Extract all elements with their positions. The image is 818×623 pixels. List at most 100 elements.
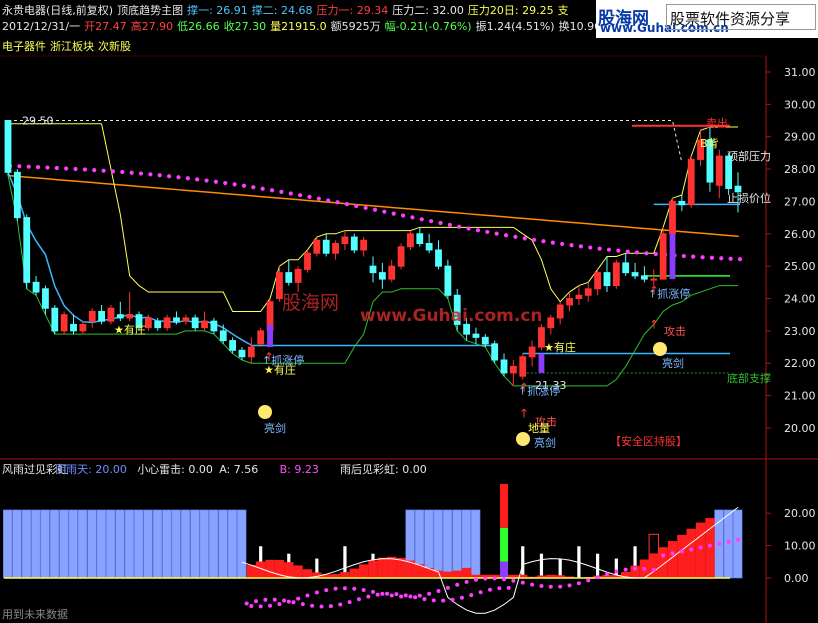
trend-dot-8 bbox=[82, 167, 87, 172]
envelope-yellow-line bbox=[8, 123, 738, 312]
candle-body-63 bbox=[594, 272, 602, 290]
trend-dot-34 bbox=[326, 198, 331, 203]
candle-body-13 bbox=[126, 314, 134, 319]
indicator-dot-b-50 bbox=[473, 577, 478, 582]
candle-body-76 bbox=[715, 155, 723, 186]
candle-body-44 bbox=[416, 233, 424, 245]
indicator-dot-low-53 bbox=[497, 586, 502, 591]
trend-dot-73 bbox=[691, 254, 696, 259]
indicator-dot-low-41 bbox=[385, 591, 390, 596]
main-price-chart: 29.5021.33★有庄★有庄★有庄↑抓涨停↑抓涨停↑抓涨停亮剑亮剑亮剑攻击攻… bbox=[4, 115, 771, 450]
trend-dot-16 bbox=[157, 173, 162, 178]
indicator-dot-b-41 bbox=[389, 593, 394, 598]
up-arrow-icon-4: ↑ bbox=[649, 317, 659, 331]
smiley-icon-1 bbox=[653, 342, 667, 356]
rain-bar-a-10 bbox=[96, 509, 106, 579]
trend-dot-76 bbox=[719, 256, 724, 261]
rain-red-bar-14 bbox=[377, 557, 388, 578]
trend-dot-75 bbox=[709, 255, 715, 260]
indicator-dot-b-60 bbox=[567, 583, 572, 588]
indicator-dot-b-35 bbox=[333, 586, 338, 591]
indicator-dot-low-35 bbox=[328, 604, 333, 609]
candle-body-36 bbox=[341, 236, 349, 245]
indicator-dot-b-37 bbox=[352, 586, 357, 591]
up-arrow-icon-1: ↑ bbox=[519, 381, 529, 395]
candle-body-69 bbox=[650, 278, 658, 281]
trend-dot-35 bbox=[335, 200, 340, 205]
rain-bar-a-17 bbox=[162, 509, 172, 579]
signal-candle-1 bbox=[538, 353, 545, 373]
rain-bar-c-77 bbox=[723, 509, 734, 579]
quote-field-2: 高27.90 bbox=[130, 20, 174, 33]
candle-body-12 bbox=[116, 314, 124, 319]
candle-body-5 bbox=[51, 307, 59, 332]
candle-body-67 bbox=[631, 272, 639, 277]
candle-body-2 bbox=[23, 217, 31, 283]
candle-body-66 bbox=[622, 262, 630, 274]
indicator-dot-b-47 bbox=[445, 585, 450, 590]
sub-tick-label-0: 20.00 bbox=[784, 507, 816, 520]
indicator-dot-b-40 bbox=[380, 591, 385, 596]
indicator-dot-low-40 bbox=[375, 592, 380, 597]
sub-legend-3: A: 7.56 bbox=[219, 463, 258, 476]
sub-legend-5: 雨后见彩虹: 0.00 bbox=[340, 463, 427, 476]
thunder-bar-8 bbox=[558, 558, 562, 578]
signal-candle-2 bbox=[669, 233, 676, 280]
indicator-dot-b-57 bbox=[539, 584, 544, 589]
trend-dot-65 bbox=[616, 248, 621, 253]
indicator-dot-b-43 bbox=[408, 594, 413, 599]
label-liangjian-2: 亮剑 bbox=[534, 436, 556, 450]
candle-body-41 bbox=[388, 265, 396, 280]
indicator-subchart: 风雨过见彩虹阴雨天: 20.00 小心雷击: 0.00 A: 7.56 B: 9.23… bbox=[2, 463, 816, 621]
indicator-dot-b-48 bbox=[455, 582, 460, 587]
indicator-dot-low-46 bbox=[431, 598, 436, 603]
rain-bar-a-5 bbox=[49, 509, 60, 579]
rain-bar-a-12 bbox=[115, 509, 125, 579]
site-banner: 股海网 www.Guhai.com.cn 股票软件资源分享 bbox=[596, 0, 818, 38]
indicator-dot-low-43 bbox=[403, 593, 408, 598]
indicator-dot-b-38 bbox=[361, 588, 366, 593]
quote-field-5: 量21915.0 bbox=[270, 20, 327, 33]
indicator-dot-low-48 bbox=[450, 597, 455, 602]
resistance-dashed-line bbox=[8, 120, 683, 163]
label-youzhuang-1: ★有庄 bbox=[114, 322, 146, 336]
indicator-dot-b-45 bbox=[427, 591, 432, 596]
price-tick-label-6: 25.00 bbox=[784, 260, 816, 273]
label-liangjian-3: 亮剑 bbox=[662, 356, 684, 370]
trend-dot-46 bbox=[438, 220, 443, 226]
candle-body-9 bbox=[88, 310, 96, 322]
sub-tick-label-2: 0.00 bbox=[784, 572, 809, 585]
rain-bar-a-16 bbox=[152, 509, 163, 579]
trend-dot-2 bbox=[26, 164, 31, 169]
rain-red-bar-11 bbox=[349, 568, 359, 578]
indicator-dot-b-39 bbox=[371, 589, 375, 594]
trend-dot-60 bbox=[569, 243, 574, 248]
thunder-bar-10 bbox=[596, 553, 600, 578]
trend-dot-26 bbox=[251, 185, 256, 190]
trend-dot-39 bbox=[372, 207, 378, 212]
candle-body-16 bbox=[154, 320, 162, 329]
price-tick-label-10: 21.00 bbox=[784, 390, 816, 403]
candle-body-0 bbox=[4, 120, 12, 173]
trend-dot-33 bbox=[316, 196, 321, 201]
sub-tick-label-1: 10.00 bbox=[784, 540, 816, 553]
candle-body-47 bbox=[444, 265, 452, 296]
price-tick-label-4: 27.00 bbox=[784, 195, 816, 208]
trend-dot-24 bbox=[232, 182, 237, 187]
candle-body-40 bbox=[378, 272, 386, 280]
candle-body-70 bbox=[659, 233, 667, 280]
header-field-5: 压力二: 32.00 bbox=[392, 4, 464, 17]
trend-dot-56 bbox=[532, 237, 537, 242]
rain-bar-a-7 bbox=[68, 509, 78, 579]
up-arrow-icon-2: ↑ bbox=[519, 406, 529, 420]
indicator-dot-b-53 bbox=[502, 577, 507, 582]
candle-body-22 bbox=[210, 320, 218, 332]
trend-dot-54 bbox=[513, 234, 518, 239]
sector-tag-2: 次新股 bbox=[98, 40, 131, 53]
candle-body-20 bbox=[191, 317, 199, 329]
indicator-dot-low-32 bbox=[300, 602, 305, 607]
indicator-dot-low-49 bbox=[459, 595, 464, 600]
smiley-icon-0 bbox=[258, 405, 272, 419]
rain-bar-b-46 bbox=[433, 509, 443, 579]
header-field-3: 撑二: 24.68 bbox=[251, 4, 313, 17]
